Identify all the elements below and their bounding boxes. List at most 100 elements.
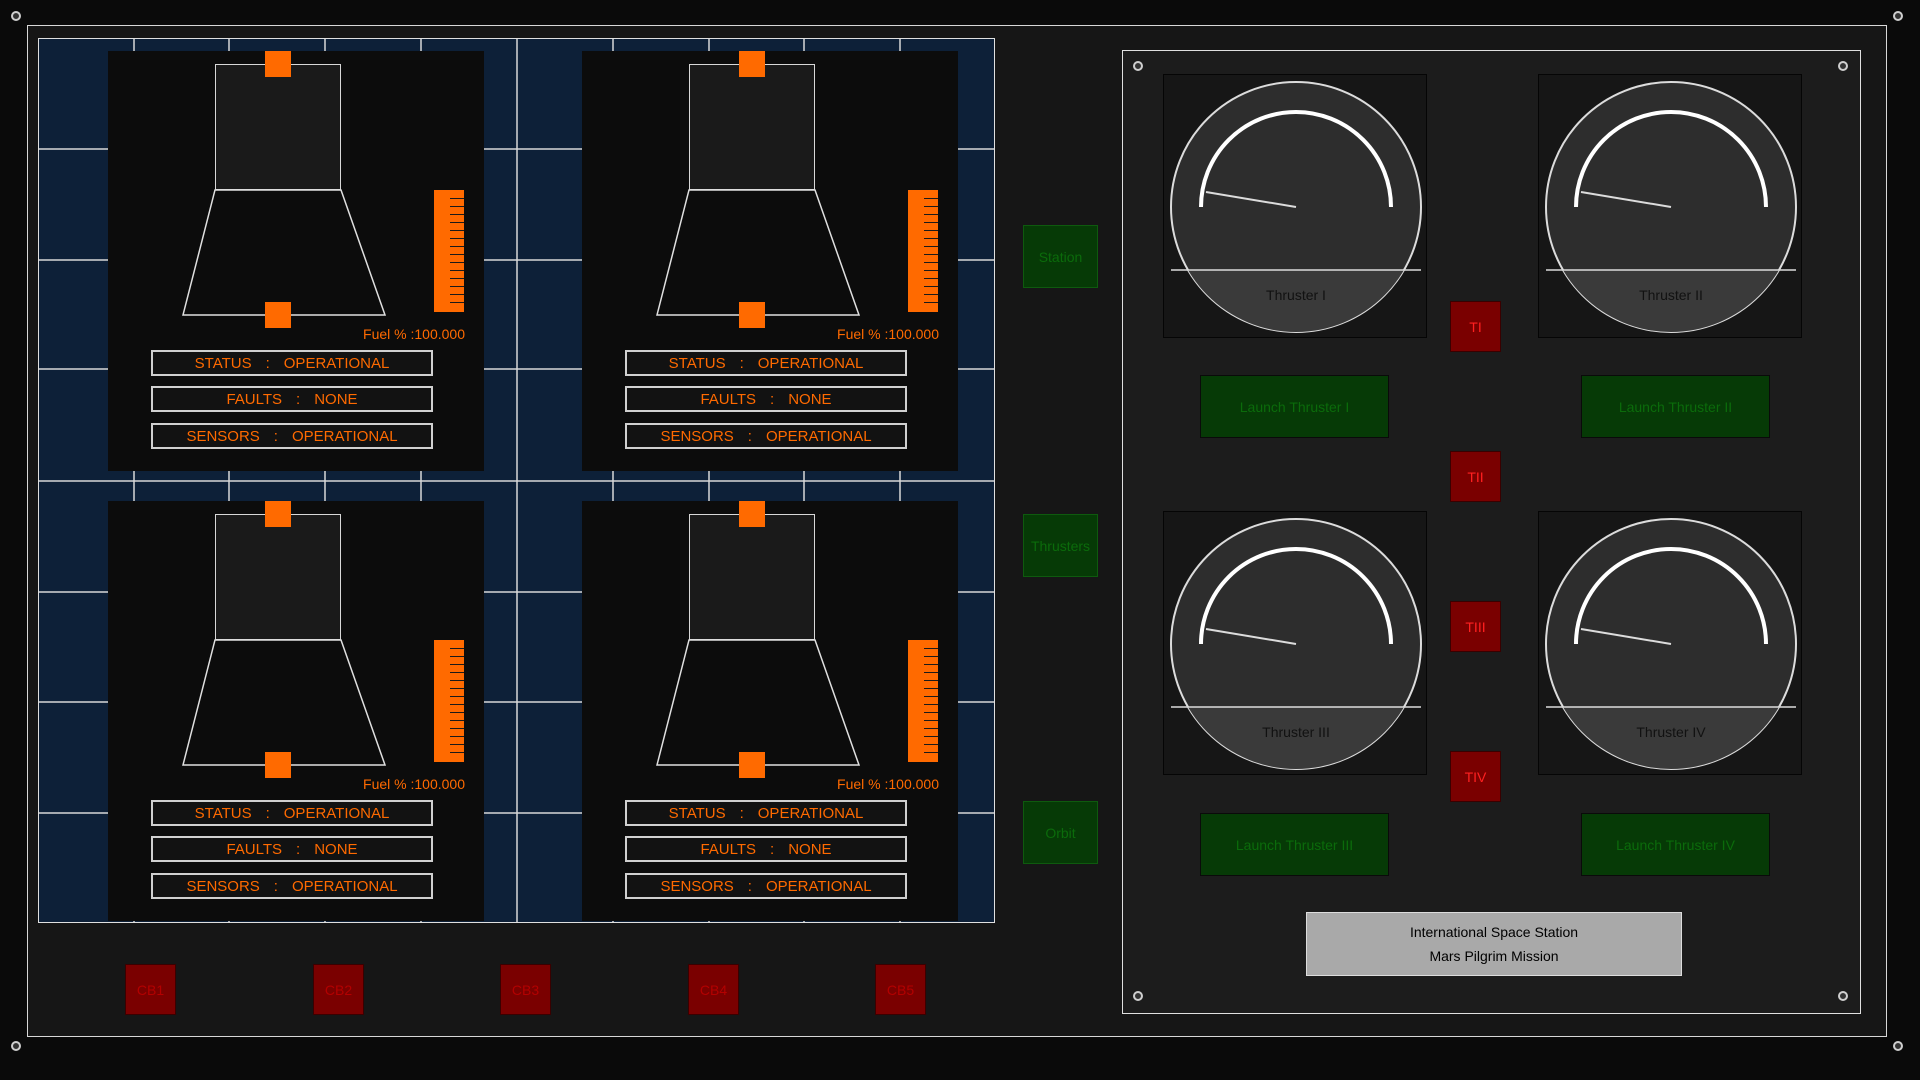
faults-value: NONE [788, 840, 832, 858]
screw-icon [1133, 61, 1143, 71]
status-value: OPERATIONAL [283, 804, 390, 822]
separator: : [770, 840, 775, 858]
status-value: OPERATIONAL [757, 354, 864, 372]
sensors-line: SENSORS: OPERATIONAL [151, 873, 433, 899]
nozzle-bottom-icon [739, 302, 765, 328]
separator: : [265, 804, 270, 822]
separator: : [273, 877, 278, 895]
fuel-gauge [434, 190, 464, 312]
separator: : [770, 390, 775, 408]
mission-line-1: International Space Station [1409, 924, 1579, 940]
launch-thruster-1-button[interactable]: Launch Thruster I [1200, 375, 1389, 438]
gauge-label: Thruster IV [1636, 724, 1706, 740]
nav-thrusters-button[interactable]: Thrusters [1023, 514, 1098, 577]
gauge-label: Thruster II [1639, 287, 1703, 303]
gauge-label: Thruster III [1262, 724, 1330, 740]
thruster-gauge-1: Thruster I [1163, 74, 1427, 338]
faults-line: FAULTS: NONE [151, 836, 433, 862]
faults-key: FAULTS [226, 390, 283, 408]
circuit-breaker-5[interactable]: CB5 [875, 964, 926, 1015]
sensors-value: OPERATIONAL [291, 427, 398, 445]
nozzle-top-icon [739, 501, 765, 527]
thruster-gauge-3: Thruster III [1163, 511, 1427, 775]
nozzle-bottom-icon [265, 752, 291, 778]
nozzle-top-icon [739, 51, 765, 77]
faults-line: FAULTS: NONE [625, 386, 907, 412]
nozzle-top-icon [265, 501, 291, 527]
gauge-label: Thruster I [1266, 287, 1326, 303]
thruster-toggle-2[interactable]: TII [1450, 451, 1501, 502]
thruster-toggle-4[interactable]: TIV [1450, 751, 1501, 802]
status-line: STATUS: OPERATIONAL [151, 800, 433, 826]
module-unit-2: Fuel % :100.000 STATUS: OPERATIONAL FAULT… [582, 51, 958, 471]
faults-value: NONE [314, 390, 358, 408]
screw-icon [11, 11, 21, 21]
circuit-breaker-4[interactable]: CB4 [688, 964, 739, 1015]
sensors-key: SENSORS [186, 877, 260, 895]
thruster-gauge-2: Thruster II [1538, 74, 1802, 338]
fuel-gauge [908, 640, 938, 762]
sensors-value: OPERATIONAL [765, 427, 872, 445]
thruster-toggle-1[interactable]: TI [1450, 301, 1501, 352]
status-line: STATUS: OPERATIONAL [151, 350, 433, 376]
faults-value: NONE [314, 840, 358, 858]
circuit-breaker-2[interactable]: CB2 [313, 964, 364, 1015]
faults-key: FAULTS [226, 840, 283, 858]
separator: : [265, 354, 270, 372]
separator: : [739, 804, 744, 822]
status-line: STATUS: OPERATIONAL [625, 350, 907, 376]
sensors-value: OPERATIONAL [765, 877, 872, 895]
faults-line: FAULTS: NONE [625, 836, 907, 862]
circuit-breaker-1[interactable]: CB1 [125, 964, 176, 1015]
circuit-breaker-3[interactable]: CB3 [500, 964, 551, 1015]
screw-icon [1838, 991, 1848, 1001]
sensors-value: OPERATIONAL [291, 877, 398, 895]
fuel-gauge [434, 640, 464, 762]
separator: : [273, 427, 278, 445]
nav-station-button[interactable]: Station [1023, 225, 1098, 288]
module-unit-4: Fuel % :100.000 STATUS: OPERATIONAL FAULT… [582, 501, 958, 921]
module-unit-3: Fuel % :100.000 STATUS: OPERATIONAL FAULT… [108, 501, 484, 921]
screw-icon [1133, 991, 1143, 1001]
fuel-label: Fuel % :100.000 [363, 776, 465, 792]
launch-thruster-2-button[interactable]: Launch Thruster II [1581, 375, 1770, 438]
mission-plate: International Space Station Mars Pilgrim… [1306, 912, 1682, 976]
fuel-label: Fuel % :100.000 [837, 776, 939, 792]
status-line: STATUS: OPERATIONAL [625, 800, 907, 826]
fuel-label: Fuel % :100.000 [363, 326, 465, 342]
faults-line: FAULTS: NONE [151, 386, 433, 412]
nozzle-bottom-icon [265, 302, 291, 328]
sensors-key: SENSORS [660, 877, 734, 895]
sensors-key: SENSORS [660, 427, 734, 445]
status-key: STATUS [194, 804, 252, 822]
screw-icon [1838, 61, 1848, 71]
screw-icon [1893, 11, 1903, 21]
thruster-toggle-3[interactable]: TIII [1450, 601, 1501, 652]
module-unit-1: Fuel % :100.000 STATUS: OPERATIONAL FAULT… [108, 51, 484, 471]
module-grid: Fuel % :100.000 STATUS: OPERATIONAL FAULT… [38, 38, 995, 923]
separator: : [296, 390, 301, 408]
sensors-line: SENSORS: OPERATIONAL [625, 423, 907, 449]
screw-icon [11, 1041, 21, 1051]
separator: : [747, 877, 752, 895]
sensors-key: SENSORS [186, 427, 260, 445]
thruster-gauge-4: Thruster IV [1538, 511, 1802, 775]
nav-orbit-button[interactable]: Orbit [1023, 801, 1098, 864]
nozzle-bottom-icon [739, 752, 765, 778]
separator: : [739, 354, 744, 372]
status-key: STATUS [194, 354, 252, 372]
launch-thruster-3-button[interactable]: Launch Thruster III [1200, 813, 1389, 876]
fuel-gauge [908, 190, 938, 312]
launch-thruster-4-button[interactable]: Launch Thruster IV [1581, 813, 1770, 876]
separator: : [747, 427, 752, 445]
faults-key: FAULTS [700, 840, 757, 858]
faults-key: FAULTS [700, 390, 757, 408]
fuel-label: Fuel % :100.000 [837, 326, 939, 342]
screw-icon [1893, 1041, 1903, 1051]
sensors-line: SENSORS: OPERATIONAL [151, 423, 433, 449]
status-key: STATUS [668, 804, 726, 822]
status-key: STATUS [668, 354, 726, 372]
mission-line-2: Mars Pilgrim Mission [1429, 948, 1559, 964]
status-value: OPERATIONAL [757, 804, 864, 822]
separator: : [296, 840, 301, 858]
